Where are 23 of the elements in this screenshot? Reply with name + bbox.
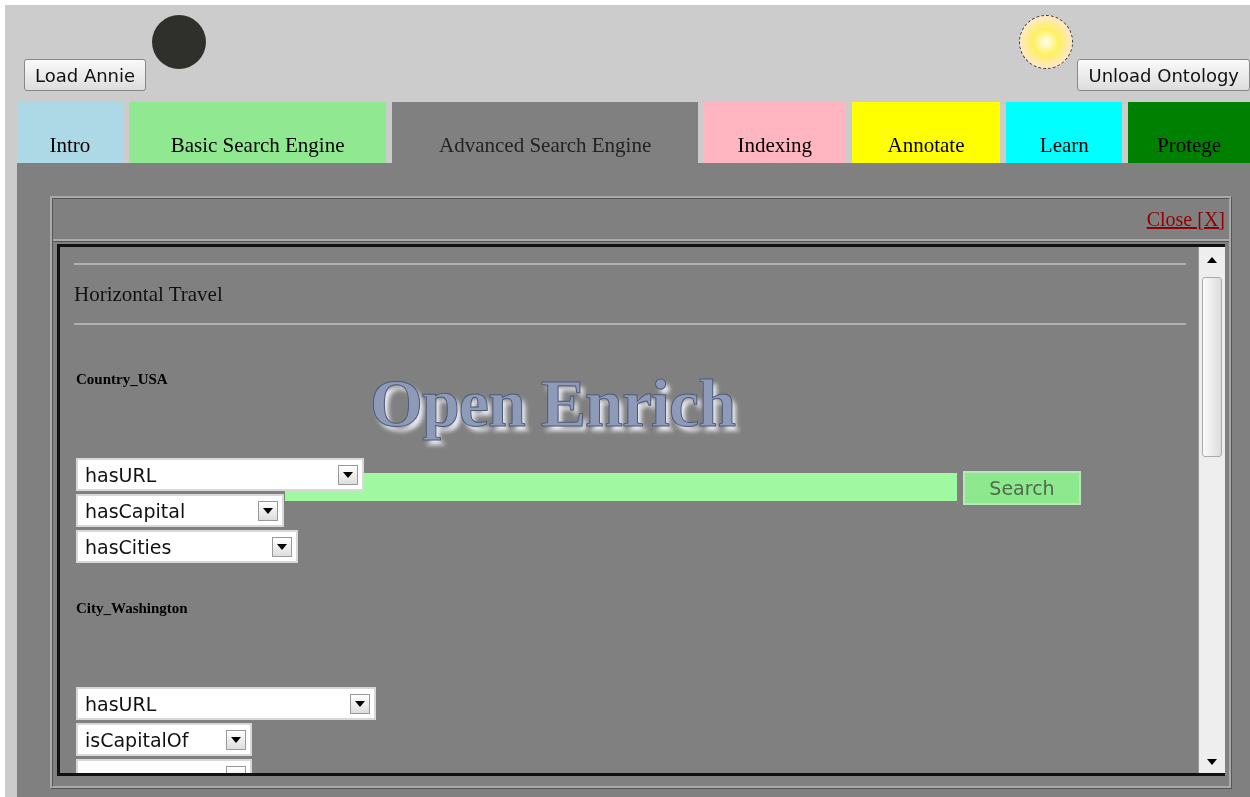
tab[interactable]: Indexing	[703, 102, 846, 163]
scroll-down-icon[interactable]	[1207, 759, 1217, 765]
tab[interactable]: Annotate	[851, 102, 1001, 163]
property-dropdown[interactable]: hasCapital	[76, 494, 284, 527]
heading: Horizontal Travel	[74, 282, 223, 307]
property-dropdown[interactable]: hasCities	[76, 530, 298, 563]
load-annie-button[interactable]: Load Annie	[24, 59, 147, 91]
tab[interactable]: Protege	[1128, 102, 1250, 163]
search-field[interactable]	[285, 473, 957, 501]
section-title: Country_USA	[76, 371, 168, 388]
logo: Open Enrich	[370, 364, 735, 443]
tab[interactable]: Learn	[1006, 102, 1123, 163]
scrollbar-thumb[interactable]	[1202, 277, 1222, 457]
property-dropdown[interactable]: isCapitalOf	[76, 723, 252, 756]
property-dropdown[interactable]: hasURL	[76, 687, 376, 720]
tab[interactable]: Advanced Search Engine	[392, 102, 698, 163]
tab[interactable]: Intro	[17, 102, 123, 163]
section-title: City_Washington	[76, 600, 188, 617]
unload-ontology-button[interactable]: Unload Ontology	[1077, 59, 1250, 91]
scroll-up-icon[interactable]	[1207, 257, 1217, 263]
tab[interactable]: Basic Search Engine	[128, 102, 387, 163]
scrollbar[interactable]	[1198, 247, 1225, 773]
property-dropdown[interactable]: hasURL	[76, 458, 364, 491]
